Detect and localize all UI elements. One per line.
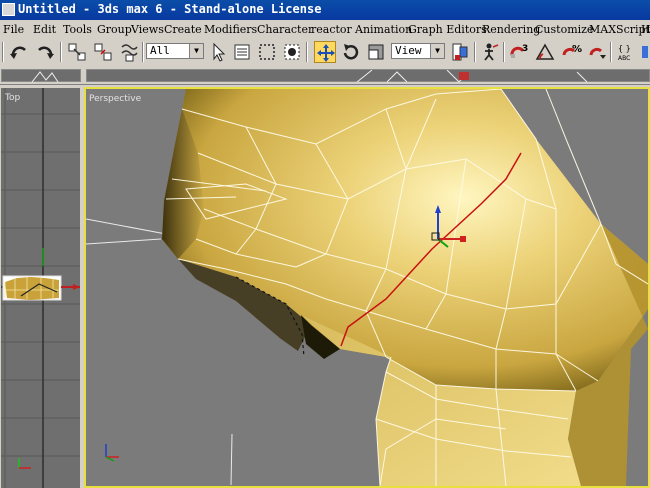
snap-3d-label: 3	[522, 44, 528, 54]
top-row-right-viewport[interactable]	[86, 69, 650, 82]
top-viewport[interactable]: Top	[1, 88, 80, 488]
main-toolbar: All ▼ View ▼ 3 % {} ABC	[0, 38, 650, 69]
menu-bar: File Edit Tools Group Views Create Modif…	[0, 20, 650, 39]
undo-icon[interactable]	[8, 41, 30, 63]
pivot-center-icon[interactable]	[449, 41, 471, 63]
abc-label: ABC	[618, 55, 630, 62]
perspective-scene	[86, 89, 648, 486]
toolbar-separator	[610, 42, 612, 62]
named-selection-icon[interactable]: { } ABC	[616, 41, 638, 63]
select-manipulate-icon[interactable]	[479, 41, 501, 63]
reference-coordinate-value: View	[395, 44, 422, 57]
percent-snap-label: %	[572, 44, 582, 55]
viewport-strip	[0, 68, 650, 85]
spinner-snap-icon[interactable]	[586, 41, 608, 63]
selection-filter-dropdown[interactable]: All ▼	[146, 43, 204, 59]
axis-tripod-icon	[105, 444, 119, 462]
menu-file[interactable]: File	[3, 23, 24, 36]
rectangular-selection-icon[interactable]	[256, 41, 278, 63]
toolbar-separator	[142, 42, 144, 62]
toolbar-separator	[60, 42, 62, 62]
menu-create[interactable]: Create	[164, 23, 202, 36]
chevron-down-icon: ▼	[189, 44, 203, 58]
menu-reactor[interactable]: reactor	[311, 23, 352, 36]
menu-modifiers[interactable]: Modifiers	[204, 23, 257, 36]
menu-help[interactable]: He	[641, 23, 650, 36]
redo-icon[interactable]	[34, 41, 56, 63]
bind-spacewarp-icon[interactable]	[118, 41, 140, 63]
top-row-left-viewport[interactable]	[1, 69, 81, 82]
menu-views[interactable]: Views	[131, 23, 164, 36]
menu-tools[interactable]: Tools	[63, 23, 92, 36]
toolbar-separator	[503, 42, 505, 62]
app-icon[interactable]	[2, 3, 15, 16]
menu-character[interactable]: Character	[257, 23, 313, 36]
toolbar-separator	[306, 42, 308, 62]
top-viewport-grid	[1, 88, 80, 488]
perspective-viewport-label[interactable]: Perspective	[89, 94, 141, 104]
unlink-icon[interactable]	[92, 41, 114, 63]
svg-text:{ }: { }	[618, 44, 631, 53]
select-scale-icon[interactable]	[365, 41, 387, 63]
reference-coordinate-dropdown[interactable]: View ▼	[391, 43, 445, 59]
menu-animation[interactable]: Animation	[355, 23, 412, 36]
select-move-icon[interactable]	[314, 41, 336, 63]
percent-snap-icon[interactable]: %	[560, 41, 582, 63]
select-object-icon[interactable]	[207, 41, 229, 63]
menu-edit[interactable]: Edit	[33, 23, 56, 36]
perspective-viewport[interactable]: Perspective	[84, 87, 650, 488]
toolbar-separator	[474, 42, 476, 62]
select-link-icon[interactable]	[66, 41, 88, 63]
snap-3d-icon[interactable]: 3	[508, 41, 530, 63]
menu-group[interactable]: Group	[97, 23, 132, 36]
menu-graph-editors[interactable]: Graph Editors	[408, 23, 487, 36]
chevron-down-icon: ▼	[430, 44, 444, 58]
mirror-icon[interactable]	[640, 41, 650, 63]
angle-snap-icon[interactable]	[534, 41, 556, 63]
title-bar: Untitled - 3ds max 6 - Stand-alone Licen…	[0, 0, 650, 20]
toolbar-grip	[2, 42, 4, 62]
top-viewport-label[interactable]: Top	[5, 93, 20, 103]
selection-filter-value: All	[150, 44, 170, 57]
window-crossing-icon[interactable]	[281, 41, 303, 63]
select-rotate-icon[interactable]	[340, 41, 362, 63]
select-by-name-icon[interactable]	[231, 41, 253, 63]
menu-rendering[interactable]: Rendering	[482, 23, 540, 36]
menu-customize[interactable]: Customize	[535, 23, 593, 36]
window-title: Untitled - 3ds max 6 - Stand-alone Licen…	[18, 2, 322, 16]
